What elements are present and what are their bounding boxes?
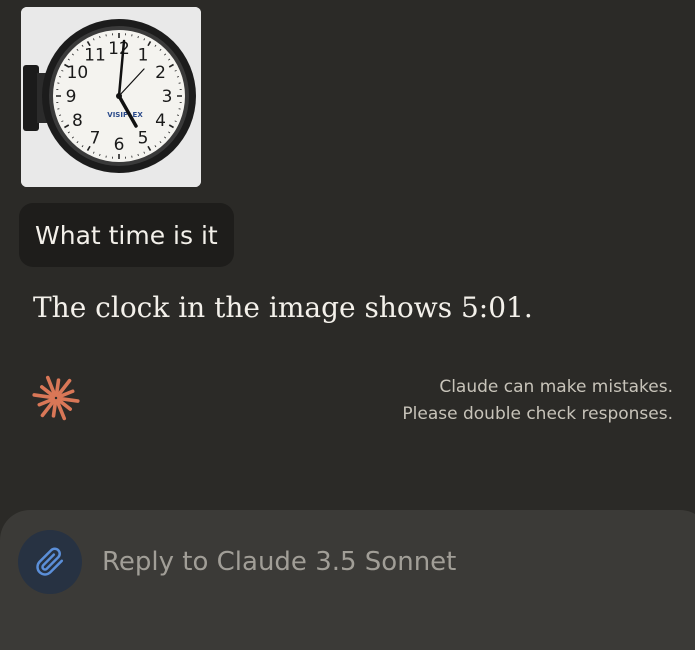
assistant-message-text: The clock in the image shows 5:01. bbox=[33, 291, 533, 324]
clock-numeral: 4 bbox=[155, 111, 166, 131]
attach-file-button[interactable] bbox=[18, 530, 82, 594]
clock-numeral: 5 bbox=[138, 129, 149, 149]
claude-spark-icon bbox=[30, 372, 82, 424]
paperclip-icon bbox=[35, 547, 65, 577]
disclaimer-line-1: Claude can make mistakes. bbox=[402, 374, 673, 401]
disclaimer-line-2: Please double check responses. bbox=[402, 401, 673, 428]
clock-brand: VISIPLEX bbox=[107, 111, 143, 119]
clock-numeral: 11 bbox=[84, 45, 106, 65]
message-composer bbox=[0, 510, 695, 650]
disclaimer-text: Claude can make mistakes. Please double … bbox=[402, 374, 673, 428]
user-message-text: What time is it bbox=[35, 221, 218, 250]
image-attachment-thumbnail[interactable]: 12 12 3 45678 9 1011 VISIPLEX bbox=[21, 7, 201, 187]
clock-numeral: 10 bbox=[67, 63, 89, 83]
clock-numeral: 1 bbox=[138, 45, 149, 65]
clock-numeral: 6 bbox=[114, 135, 125, 155]
user-message-bubble: What time is it bbox=[19, 203, 234, 267]
clock-numeral: 12 bbox=[108, 39, 130, 59]
reply-input[interactable] bbox=[102, 544, 662, 580]
clock-numeral: 3 bbox=[162, 87, 173, 107]
clock-numeral: 2 bbox=[155, 63, 166, 83]
clock-numeral: 9 bbox=[66, 87, 77, 107]
clock-numeral: 7 bbox=[90, 129, 101, 149]
clock-numeral: 8 bbox=[72, 111, 83, 131]
clock-image: 12 12 3 45678 9 1011 VISIPLEX bbox=[21, 7, 201, 187]
